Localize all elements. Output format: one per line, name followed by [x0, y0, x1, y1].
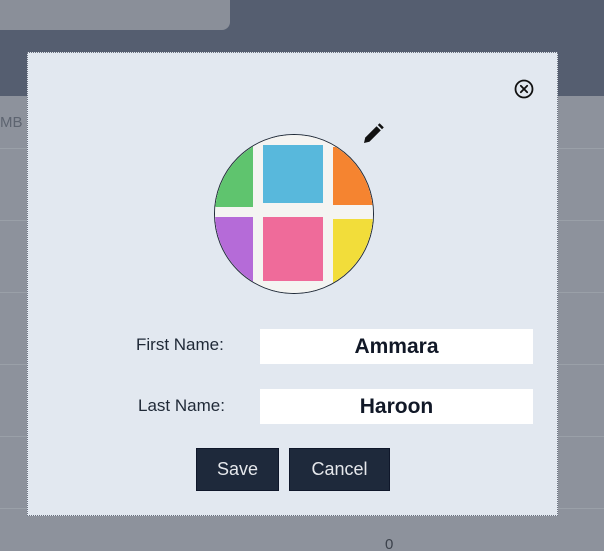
close-icon[interactable]: [514, 79, 534, 99]
edit-profile-modal: First Name: Last Name: Save Cancel: [27, 52, 558, 516]
sticky-notes-image: [215, 135, 373, 293]
background-search-bar: [0, 0, 230, 30]
first-name-input[interactable]: [260, 329, 533, 364]
background-column-header: MB: [0, 114, 23, 131]
background-cell-value: 0: [385, 536, 394, 551]
first-name-label: First Name:: [136, 335, 224, 354]
last-name-label: Last Name:: [138, 396, 225, 415]
save-button[interactable]: Save: [196, 448, 279, 491]
profile-avatar[interactable]: [214, 134, 374, 294]
pencil-icon[interactable]: [361, 122, 385, 146]
last-name-input[interactable]: [260, 389, 533, 424]
cancel-button[interactable]: Cancel: [289, 448, 390, 491]
